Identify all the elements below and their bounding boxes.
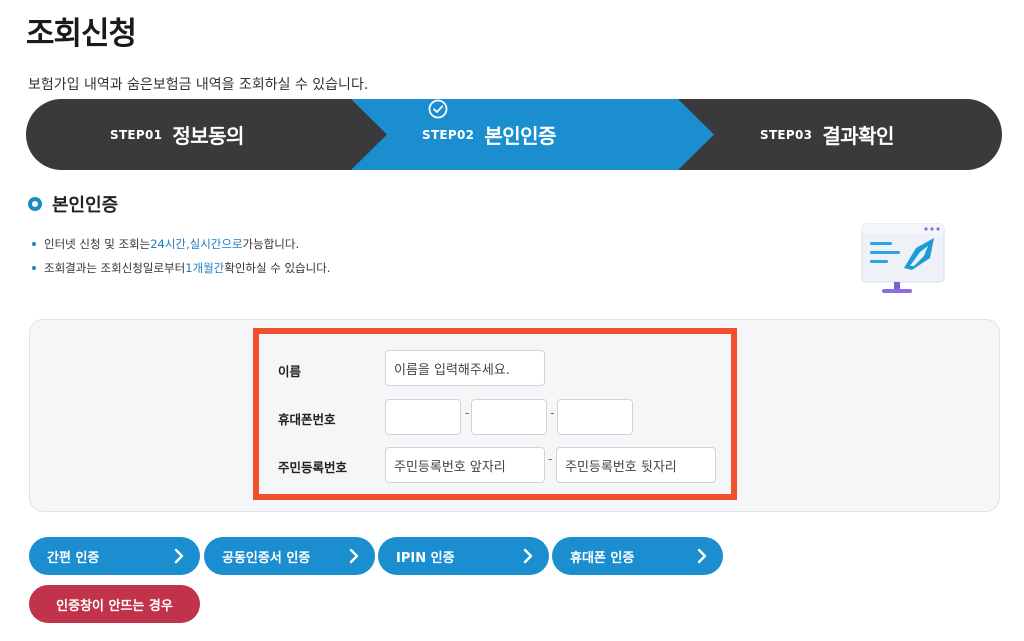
rrn-label: 주민등록번호 bbox=[278, 460, 348, 475]
rrn-back-input[interactable]: 주민등록번호 뒷자리 bbox=[556, 447, 716, 483]
step-2-number: STEP02 bbox=[422, 127, 475, 142]
step-2-name: 본인인증 bbox=[484, 124, 556, 148]
step-2-active: STEP02 본인인증 bbox=[422, 99, 556, 170]
notice-text: 조회결과는 조회신청일로부터 bbox=[44, 261, 186, 275]
certificate-auth-button[interactable]: 공동인증서 인증 bbox=[204, 537, 375, 575]
bullet-dot-icon bbox=[32, 266, 36, 270]
step-1-name: 정보동의 bbox=[172, 124, 244, 148]
section-heading: 본인인증 bbox=[28, 191, 118, 217]
rrn-front-input[interactable]: 주민등록번호 앞자리 bbox=[385, 447, 545, 483]
chevron-right-icon bbox=[697, 548, 707, 564]
auth-window-help-button[interactable]: 인증창이 안뜨는 경우 bbox=[29, 585, 200, 623]
phone-auth-button[interactable]: 휴대폰 인증 bbox=[552, 537, 723, 575]
chevron-right-icon bbox=[174, 548, 184, 564]
notice-highlight: 1개월간 bbox=[185, 261, 225, 275]
check-circle-icon bbox=[428, 99, 448, 119]
phone-label: 휴대폰번호 bbox=[278, 412, 336, 427]
notice-text: 확인하실 수 있습니다. bbox=[224, 261, 331, 275]
phone-input-2[interactable] bbox=[471, 399, 547, 435]
chevron-right-icon bbox=[523, 548, 533, 564]
page-title: 조회신청 bbox=[26, 16, 137, 52]
notice-list: 인터넷 신청 및 조회는 24시간, 실시간으로 가능합니다. 조회결과는 조회… bbox=[32, 236, 330, 284]
phone-separator: - bbox=[465, 406, 470, 420]
name-label: 이름 bbox=[278, 364, 302, 379]
step-3: STEP03 결과확인 bbox=[760, 99, 894, 170]
bullet-dot-icon bbox=[32, 242, 36, 246]
page-subtitle: 보험가입 내역과 숨은보험금 내역을 조회하실 수 있습니다. bbox=[28, 77, 369, 93]
step-1: STEP01 정보동의 bbox=[110, 99, 244, 170]
phone-input-1[interactable] bbox=[385, 399, 461, 435]
monitor-pen-illustration-icon bbox=[861, 223, 945, 293]
notice-text: 인터넷 신청 및 조회는 bbox=[44, 237, 151, 251]
ipin-auth-label: IPIN 인증 bbox=[396, 550, 455, 566]
section-title: 본인인증 bbox=[52, 195, 119, 216]
simple-auth-button[interactable]: 간편 인증 bbox=[29, 537, 200, 575]
chevron-right-icon bbox=[349, 548, 359, 564]
notice-highlight: 실시간으로 bbox=[189, 237, 243, 251]
name-input[interactable]: 이름을 입력해주세요. bbox=[385, 350, 545, 386]
notice-text: 가능합니다. bbox=[242, 237, 300, 251]
step-indicator: STEP01 정보동의 STEP02 본인인증 STEP03 결과확인 bbox=[26, 99, 1002, 170]
phone-auth-label: 휴대폰 인증 bbox=[570, 550, 635, 566]
step-3-name: 결과확인 bbox=[822, 124, 894, 148]
simple-auth-label: 간편 인증 bbox=[47, 550, 100, 566]
phone-input-3[interactable] bbox=[557, 399, 633, 435]
notice-item: 인터넷 신청 및 조회는 24시간, 실시간으로 가능합니다. bbox=[32, 236, 330, 252]
phone-separator: - bbox=[550, 406, 555, 420]
certificate-auth-label: 공동인증서 인증 bbox=[222, 550, 311, 566]
notice-item: 조회결과는 조회신청일로부터 1개월간 확인하실 수 있습니다. bbox=[32, 260, 330, 276]
step-1-number: STEP01 bbox=[110, 127, 163, 142]
ring-bullet-icon bbox=[28, 197, 42, 211]
notice-highlight: 24시간 bbox=[150, 237, 186, 251]
rrn-separator: - bbox=[548, 452, 553, 466]
step-3-number: STEP03 bbox=[760, 127, 813, 142]
ipin-auth-button[interactable]: IPIN 인증 bbox=[378, 537, 549, 575]
